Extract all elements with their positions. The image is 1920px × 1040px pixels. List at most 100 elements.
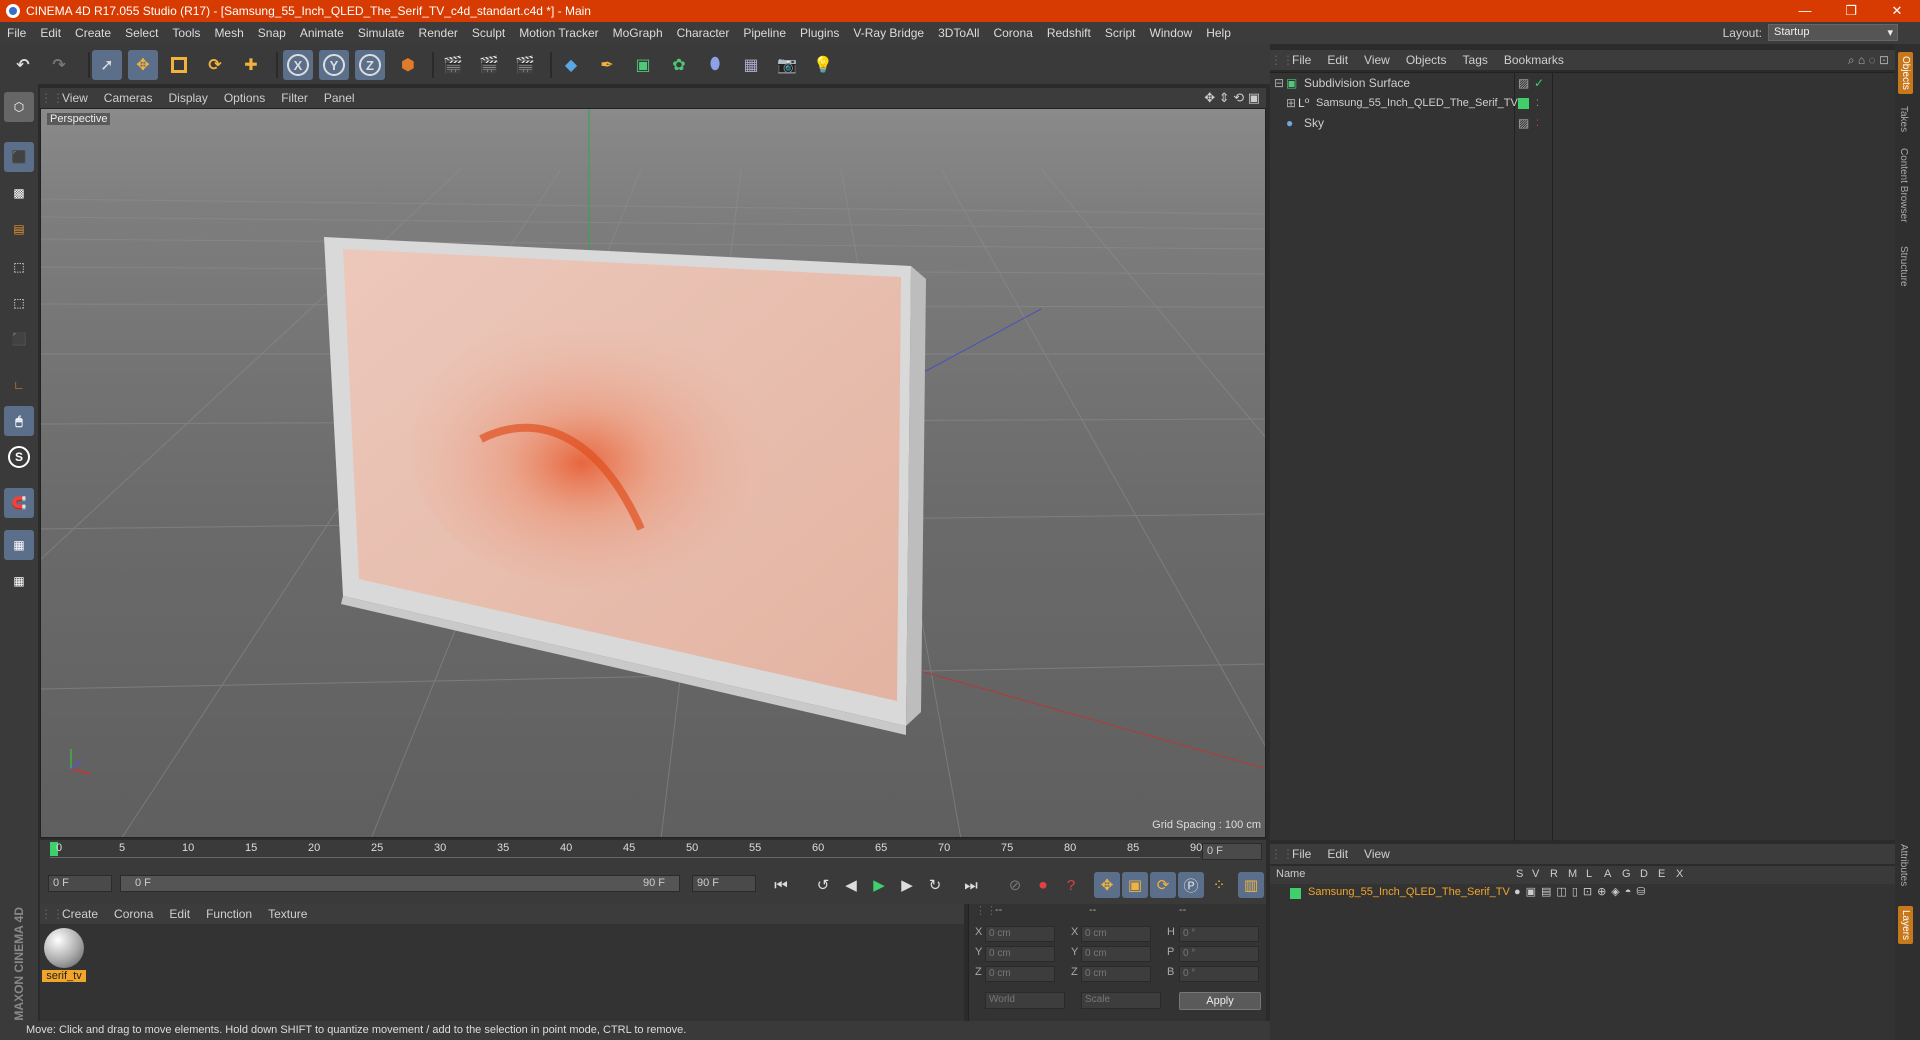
menu-snap[interactable]: Snap <box>251 22 293 44</box>
tab-attributes[interactable]: Attributes <box>1898 844 1909 886</box>
texture-mode-button[interactable]: ▩ <box>4 178 34 208</box>
object-menu-edit[interactable]: Edit <box>1319 53 1356 67</box>
object-menu-objects[interactable]: Objects <box>1398 53 1455 67</box>
material-menu-edit[interactable]: Edit <box>161 907 198 921</box>
viewport-menu-cameras[interactable]: Cameras <box>96 91 161 105</box>
object-menu-file[interactable]: File <box>1284 53 1319 67</box>
scale-button[interactable] <box>164 50 194 80</box>
maximize-button[interactable]: ❐ <box>1828 0 1874 22</box>
menu-select[interactable]: Select <box>118 22 165 44</box>
material-menu-create[interactable]: Create <box>54 907 106 921</box>
editor-render-dots-icon[interactable]: ⁚ <box>1536 93 1539 113</box>
camera-object-button[interactable]: 📷 <box>772 50 802 80</box>
material-menu-texture[interactable]: Texture <box>260 907 315 921</box>
object-manager-tools-icons[interactable]: ⌕ ⌂ ◌ ⊡ <box>1848 53 1889 68</box>
x-axis-button[interactable]: X <box>283 50 313 80</box>
menu-render[interactable]: Render <box>412 22 465 44</box>
edges-mode-button[interactable]: ⬚ <box>4 288 34 318</box>
menu-animate[interactable]: Animate <box>293 22 351 44</box>
expand-toggle-icon[interactable]: ⊞ <box>1286 93 1296 113</box>
material-item[interactable]: serif_tv <box>42 926 86 988</box>
menu-script[interactable]: Script <box>1098 22 1143 44</box>
menu-plugins[interactable]: Plugins <box>793 22 846 44</box>
visibility-tag-icon[interactable]: ▨ <box>1518 73 1529 93</box>
tab-takes[interactable]: Takes <box>1898 106 1909 132</box>
menu-corona[interactable]: Corona <box>986 22 1039 44</box>
size-y-field[interactable]: 0 cm <box>1081 946 1151 962</box>
object-menu-bookmarks[interactable]: Bookmarks <box>1496 53 1572 67</box>
material-menu-corona[interactable]: Corona <box>106 907 161 921</box>
polygons-mode-button[interactable]: ⬛ <box>4 324 34 354</box>
record-keys-button[interactable]: ⊘ <box>1002 872 1028 898</box>
workplane-align-button[interactable]: ▦ <box>4 566 34 596</box>
layer-color-swatch[interactable] <box>1290 888 1301 899</box>
menu-tools[interactable]: Tools <box>165 22 207 44</box>
material-menu-function[interactable]: Function <box>198 907 260 921</box>
viewport-menu-filter[interactable]: Filter <box>273 91 316 105</box>
coordinate-mode-select[interactable]: World <box>985 992 1065 1009</box>
render-view-button[interactable]: 🎬 <box>438 50 468 80</box>
minimize-button[interactable]: — <box>1782 0 1828 22</box>
rotate-button[interactable]: ⟳ <box>200 50 230 80</box>
close-button[interactable]: ✕ <box>1874 0 1920 22</box>
workplane-mode-button[interactable]: ▤ <box>4 214 34 244</box>
next-frame-button[interactable]: ▶ <box>894 872 920 898</box>
menu-simulate[interactable]: Simulate <box>351 22 412 44</box>
redo-button[interactable]: ↷ <box>44 50 74 80</box>
tab-content-browser[interactable]: Content Browser <box>1898 148 1909 222</box>
layer-color-swatch[interactable] <box>1518 98 1529 109</box>
object-row-sky[interactable]: ● Sky ▨ ⁚ <box>1270 113 1895 133</box>
collapse-toggle-icon[interactable]: ⊟ <box>1274 73 1284 93</box>
menu-mograph[interactable]: MoGraph <box>606 22 670 44</box>
timeline-ruler[interactable]: 0 5 10 15 20 25 30 35 40 45 50 55 60 65 … <box>40 840 1266 864</box>
editor-render-dots-icon[interactable]: ⁚ <box>1536 113 1539 133</box>
menu-edit[interactable]: Edit <box>33 22 68 44</box>
model-mode-button[interactable]: ⬛ <box>4 142 34 172</box>
object-row-subdivision-surface[interactable]: ⊟ ▣ Subdivision Surface ▨ ✓ <box>1270 73 1895 93</box>
subdivision-surface-button[interactable]: ▣ <box>628 50 658 80</box>
object-row-samsung-tv[interactable]: ⊞ L⁰ Samsung_55_Inch_QLED_The_Serif_TV ⁚ <box>1270 93 1895 113</box>
object-menu-tags[interactable]: Tags <box>1455 53 1496 67</box>
key-parameter-button[interactable]: Ⓟ <box>1178 872 1204 898</box>
z-axis-button[interactable]: Z <box>355 50 385 80</box>
keyframe-selection-button[interactable]: ? <box>1058 872 1084 898</box>
tab-layers[interactable]: Layers <box>1898 906 1913 945</box>
cube-object-button[interactable]: ◆ <box>556 50 586 80</box>
key-rotation-button[interactable]: ⟳ <box>1150 872 1176 898</box>
layer-menu-edit[interactable]: Edit <box>1319 847 1356 861</box>
size-z-field[interactable]: 0 cm <box>1081 966 1151 982</box>
menu-window[interactable]: Window <box>1143 22 1200 44</box>
menu-help[interactable]: Help <box>1199 22 1238 44</box>
viewport-navigation-icons[interactable]: ✥ ⇕ ⟲ ▣ <box>1204 90 1260 106</box>
tweak-mode-button[interactable]: 🖱 <box>4 406 34 436</box>
coordinate-system-button[interactable]: ⬢ <box>393 50 423 80</box>
menu-motion-tracker[interactable]: Motion Tracker <box>512 22 605 44</box>
menu-redshift[interactable]: Redshift <box>1040 22 1098 44</box>
rotation-h-field[interactable]: 0 ° <box>1179 926 1259 942</box>
menu-file[interactable]: File <box>0 22 33 44</box>
key-scale-button[interactable]: ▣ <box>1122 872 1148 898</box>
menu-mesh[interactable]: Mesh <box>207 22 250 44</box>
menu-3dtoall[interactable]: 3DToAll <box>931 22 986 44</box>
position-y-field[interactable]: 0 cm <box>985 946 1055 962</box>
layer-flags-icons[interactable]: ●▣▤◫▯⊡⊕◈◓⛁ <box>1514 885 1651 898</box>
magnet-tool-button[interactable]: 🧲 <box>4 488 34 518</box>
visibility-tag-icon[interactable]: ▨ <box>1518 113 1529 133</box>
move-button[interactable]: ✥ <box>128 50 158 80</box>
menu-sculpt[interactable]: Sculpt <box>465 22 512 44</box>
key-position-button[interactable]: ✥ <box>1094 872 1120 898</box>
points-mode-button[interactable]: ⬚ <box>4 252 34 282</box>
end-frame-field[interactable]: 90 F <box>692 875 756 892</box>
floor-object-button[interactable]: ▦ <box>736 50 766 80</box>
timeline-window-button[interactable]: ▥ <box>1238 872 1264 898</box>
menu-character[interactable]: Character <box>670 22 737 44</box>
light-object-button[interactable]: 💡 <box>808 50 838 80</box>
play-button[interactable]: ▶ <box>866 872 892 898</box>
go-to-end-button[interactable]: ⏭ <box>958 872 984 898</box>
axis-mode-button[interactable]: ∟ <box>4 370 34 400</box>
previous-key-button[interactable]: ↺ <box>810 872 836 898</box>
tab-objects[interactable]: Objects <box>1898 52 1913 94</box>
menu-pipeline[interactable]: Pipeline <box>736 22 793 44</box>
lock-workplane-button[interactable]: ▦ <box>4 530 34 560</box>
render-settings-button[interactable]: 🎬 <box>510 50 540 80</box>
